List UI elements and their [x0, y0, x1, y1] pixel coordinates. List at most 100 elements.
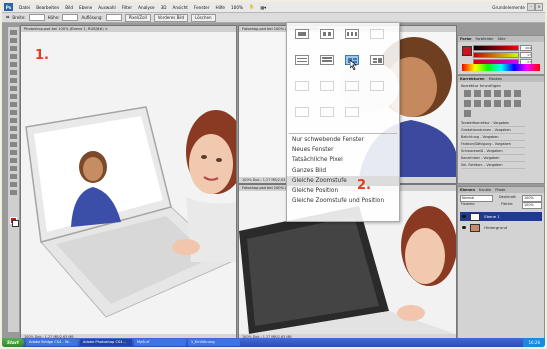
menu-ebene[interactable]: Ebene [76, 5, 95, 10]
taskbar-item[interactable]: 1_Einführung [187, 339, 240, 346]
marquee-tool-icon[interactable] [10, 38, 17, 43]
taskbar-item[interactable]: MySurf [133, 339, 186, 346]
front-image-button[interactable]: Vorderes Bild [153, 13, 189, 22]
levels-icon[interactable] [474, 90, 481, 97]
document-canvas[interactable] [21, 32, 236, 334]
menu-datei[interactable]: Datei [16, 5, 33, 10]
blend-mode-select[interactable]: Normal [460, 195, 493, 202]
move-tool-icon[interactable] [10, 30, 17, 35]
zoom-level[interactable]: 100% [228, 5, 246, 10]
menu-hilfe[interactable]: Hilfe [212, 5, 228, 10]
menu-item-actual-pixels[interactable]: Tatsächliche Pixel [287, 155, 399, 165]
threshold-icon[interactable] [464, 110, 471, 117]
invert-icon[interactable] [504, 100, 511, 107]
menu-filter[interactable]: Filter [119, 5, 135, 10]
menu-bearbeiten[interactable]: Bearbeiten [33, 5, 62, 10]
color-balance-icon[interactable] [464, 100, 471, 107]
color-preview-swatch[interactable] [462, 46, 472, 56]
arrange-documents-button[interactable]: ▦▾ [257, 5, 269, 10]
healing-tool-icon[interactable] [10, 78, 17, 83]
menu-fenster[interactable]: Fenster [191, 5, 213, 10]
layout-consolidate-icon[interactable] [295, 29, 309, 39]
red-slider[interactable] [473, 45, 519, 51]
tab-masken[interactable]: Masken [489, 76, 503, 82]
posterize-icon[interactable] [514, 100, 521, 107]
blur-tool-icon[interactable] [10, 126, 17, 131]
layout-5up-icon[interactable] [320, 81, 334, 91]
preset-levels[interactable]: Tonwertkorrektur - Vorgaben [461, 121, 525, 127]
layer-name[interactable]: Hintergrund [484, 225, 507, 230]
tab-stile[interactable]: Stile [498, 36, 506, 42]
zoom-tool-icon[interactable] [10, 190, 17, 195]
background-color-swatch[interactable] [12, 220, 19, 227]
preset-exposure[interactable]: Belichtung - Vorgaben [461, 135, 525, 141]
type-tool-icon[interactable] [10, 150, 17, 155]
layout-tile-all-icon[interactable] [370, 81, 384, 91]
eraser-tool-icon[interactable] [10, 110, 17, 115]
tab-korrekturen[interactable]: Korrekturen [460, 76, 485, 82]
tab-kanaele[interactable]: Kanäle [479, 187, 491, 193]
lasso-tool-icon[interactable] [10, 46, 17, 51]
layer-row[interactable]: Hintergrund [460, 223, 542, 232]
layout-6up-icon[interactable] [345, 81, 359, 91]
brightness-icon[interactable] [464, 90, 471, 97]
close-icon[interactable]: × [535, 3, 543, 11]
tab-ebenen[interactable]: Ebenen [460, 187, 475, 193]
crop-tool-icon[interactable] [10, 62, 17, 67]
exposure-icon[interactable] [494, 90, 501, 97]
dodge-tool-icon[interactable] [10, 134, 17, 139]
tab-farbe[interactable]: Farbe [460, 36, 471, 42]
hand-tool-icon[interactable] [10, 182, 17, 187]
history-brush-icon[interactable] [10, 102, 17, 107]
pen-tool-icon[interactable] [10, 142, 17, 147]
height-field[interactable] [62, 14, 79, 21]
layout-3up-stacked-icon[interactable] [320, 55, 334, 65]
start-button[interactable]: Start [2, 338, 24, 347]
gradient-tool-icon[interactable] [10, 118, 17, 123]
quick-select-tool-icon[interactable] [10, 54, 17, 59]
taskbar-item[interactable]: Adobe Photoshop CS4... [79, 339, 132, 346]
visibility-eye-icon[interactable] [462, 226, 466, 229]
opacity-field[interactable]: 100% [522, 195, 542, 202]
hue-saturation-icon[interactable] [514, 90, 521, 97]
menu-3d[interactable]: 3D [158, 5, 170, 10]
minimize-icon[interactable]: – [527, 3, 535, 11]
menu-item-match-zoom[interactable]: Gleiche Zoomstufe [287, 175, 399, 186]
path-select-tool-icon[interactable] [10, 158, 17, 163]
visibility-eye-icon[interactable] [462, 215, 466, 218]
red-value[interactable]: 204 [520, 45, 532, 51]
layout-3up-vertical-icon[interactable] [345, 29, 359, 39]
preset-hue-saturation[interactable]: Farbton/Sättigung - Vorgaben [461, 142, 525, 148]
menu-ansicht[interactable]: Ansicht [169, 5, 190, 10]
layout-4up-grid-icon[interactable] [295, 81, 309, 91]
black-white-icon[interactable] [474, 100, 481, 107]
green-slider[interactable] [473, 52, 519, 58]
menu-bild[interactable]: Bild [62, 5, 76, 10]
layer-name[interactable]: Ebene 1 [484, 214, 500, 219]
layout-4up-icon[interactable] [370, 29, 384, 39]
preset-black-white[interactable]: Schwarzweiß - Vorgaben [461, 149, 525, 155]
fill-field[interactable]: 100% [522, 202, 542, 209]
unit-select[interactable]: Pixel/Zoll [124, 13, 151, 22]
color-spectrum-bar[interactable] [462, 64, 540, 71]
stamp-tool-icon[interactable] [10, 94, 17, 99]
preset-curves[interactable]: Gradationskurven - Vorgaben [461, 128, 525, 134]
layout-3up-right-icon[interactable] [370, 55, 384, 65]
layout-2up-vertical-icon[interactable] [320, 29, 334, 39]
tab-farbfelder[interactable]: Farbfelder [475, 36, 493, 42]
photo-filter-icon[interactable] [484, 100, 491, 107]
tab-pfade[interactable]: Pfade [495, 187, 505, 193]
menu-auswahl[interactable]: Auswahl [95, 5, 119, 10]
layer-row[interactable]: Ebene 1 [460, 212, 542, 221]
layout-3up-horizontal-icon[interactable] [295, 55, 309, 65]
vibrance-icon[interactable] [504, 90, 511, 97]
clear-button[interactable]: Löschen [191, 13, 216, 22]
layout-6up-horizontal-icon[interactable] [295, 107, 309, 117]
width-field[interactable] [28, 14, 45, 21]
preset-selective-color[interactable]: Sel. Farbkorr. - Vorgaben [461, 163, 525, 169]
3d-tool-icon[interactable] [10, 174, 17, 179]
brush-tool-icon[interactable] [10, 86, 17, 91]
menu-item-fit-on-screen[interactable]: Ganzes Bild [287, 166, 399, 176]
menu-analyse[interactable]: Analyse [135, 5, 157, 10]
preset-channel-mixer[interactable]: Kanalmixer - Vorgaben [461, 156, 525, 162]
